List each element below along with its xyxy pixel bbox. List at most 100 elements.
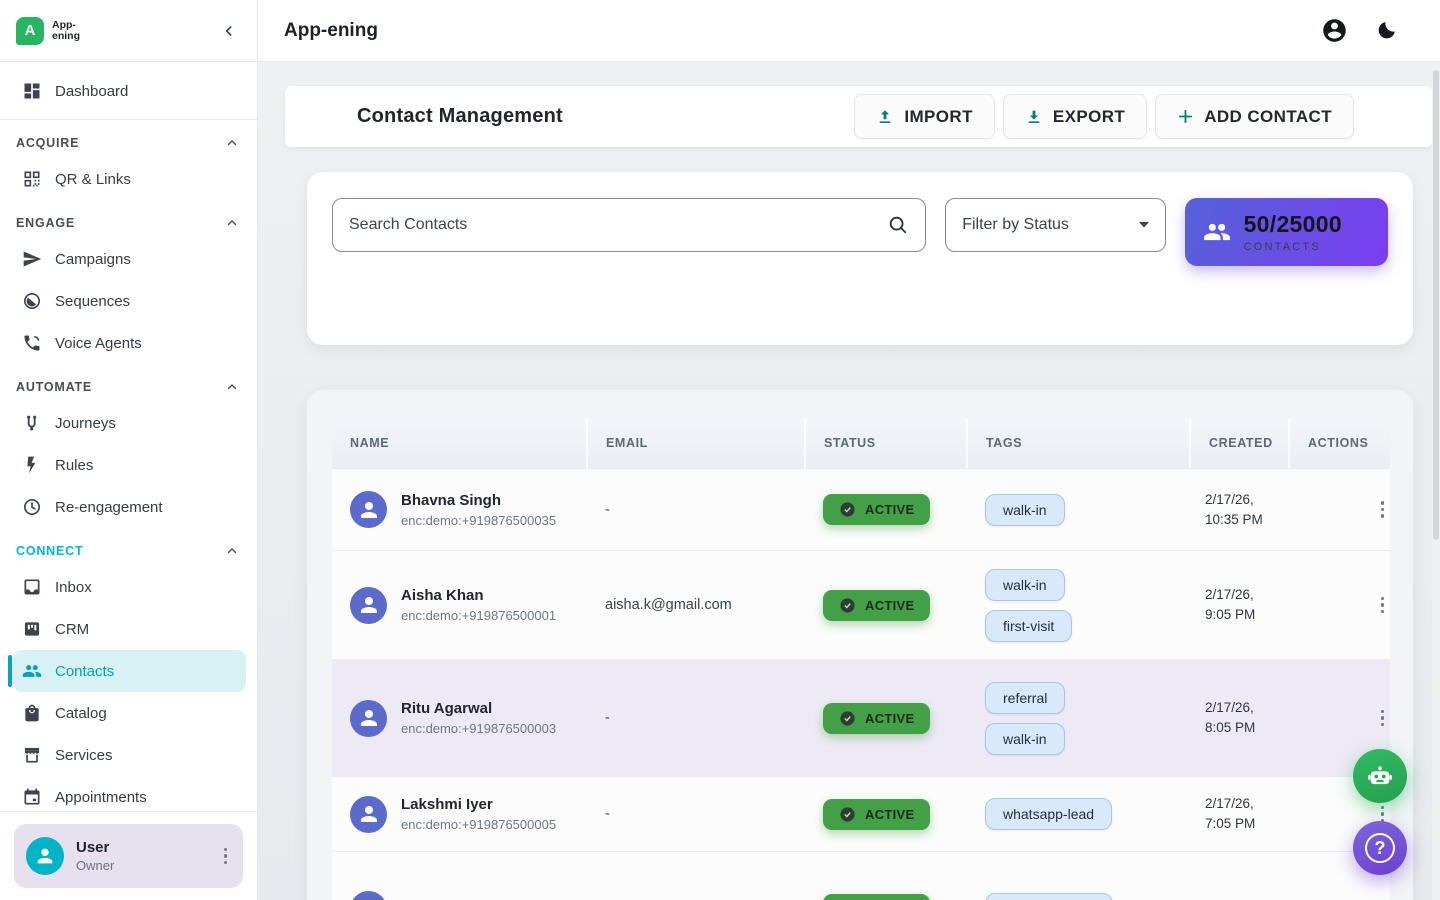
column-header-actions: ACTIONS: [1290, 418, 1390, 468]
import-button[interactable]: IMPORT: [854, 94, 995, 139]
sidebar-item-services[interactable]: Services: [0, 734, 257, 776]
section-automate[interactable]: AUTOMATE: [0, 364, 257, 402]
sidebar-item-contacts[interactable]: Contacts: [13, 650, 246, 692]
column-header-created[interactable]: CREATED: [1191, 418, 1290, 468]
dropdown-caret-icon: [1138, 221, 1150, 229]
app-logo-text: App- ening: [52, 20, 80, 42]
search-filter-card: Filter by Status 50/25000 CONTACTS: [307, 172, 1413, 345]
section-acquire[interactable]: ACQUIRE: [0, 120, 257, 158]
sidebar-item-catalog[interactable]: Catalog: [0, 692, 257, 734]
sidebar-item-sequences[interactable]: Sequences: [0, 280, 257, 322]
section-engage[interactable]: ENGAGE: [0, 200, 257, 238]
sidebar-footer: User Owner: [0, 811, 257, 900]
account-circle-icon[interactable]: [1321, 17, 1348, 44]
main-content: Contact Management IMPORT EXPORT ADD CON…: [258, 62, 1440, 900]
avatar: [350, 700, 387, 737]
contact-phone: enc:demo:+919876500005: [401, 817, 556, 832]
person-icon: [357, 802, 381, 826]
sidebar-item-reengagement[interactable]: Re-engagement: [0, 486, 257, 528]
storefront-icon: [22, 745, 42, 765]
search-input[interactable]: [349, 216, 887, 234]
person-icon: [357, 593, 381, 617]
table-header-row: NAME EMAIL STATUS TAGS CREATED ACTIONS: [332, 418, 1390, 468]
person-icon: [357, 706, 381, 730]
chatbot-fab-button[interactable]: [1353, 749, 1407, 803]
table-row: Ritu Agarwalenc:demo:+919876500003 - ACT…: [332, 659, 1390, 776]
scrollbar-track: [1432, 62, 1440, 900]
sidebar-nav: Dashboard ACQUIRE QR & Links ENGAGE Camp…: [0, 62, 257, 811]
tag-chip: walk-in: [985, 494, 1065, 526]
sidebar-item-campaigns[interactable]: Campaigns: [0, 238, 257, 280]
sidebar-collapse-button[interactable]: [217, 19, 241, 43]
tag-chip: campaign-lead: [985, 893, 1113, 900]
contact-phone: enc:demo:+919876500001: [401, 608, 556, 623]
add-contact-button[interactable]: ADD CONTACT: [1155, 94, 1354, 139]
column-header-tags[interactable]: TAGS: [968, 418, 1191, 468]
groups-icon: [1203, 218, 1231, 246]
row-actions-menu-button[interactable]: [1375, 704, 1391, 733]
chevron-up-icon: [225, 380, 239, 394]
sidebar-item-dashboard[interactable]: Dashboard: [0, 70, 257, 112]
created-at: 2/17/26: [1191, 852, 1290, 900]
check-circle-icon: [839, 710, 856, 727]
status-badge: ACTIVE: [823, 894, 930, 900]
sidebar-item-journeys[interactable]: Journeys: [0, 402, 257, 444]
check-circle-icon: [839, 501, 856, 518]
plus-icon: [1177, 108, 1194, 125]
column-header-status[interactable]: STATUS: [806, 418, 968, 468]
table-row: Lakshmi Iyerenc:demo:+919876500005 - ACT…: [332, 776, 1390, 851]
contact-name: Bhavna Singh: [401, 492, 556, 509]
status-badge: ACTIVE: [823, 799, 930, 830]
user-menu-button[interactable]: [218, 842, 234, 871]
chevron-left-icon: [221, 23, 237, 39]
export-button[interactable]: EXPORT: [1003, 94, 1147, 139]
sidebar-item-qr-links[interactable]: QR & Links: [0, 158, 257, 200]
contact-email: aisha.k@gmail.com: [588, 551, 806, 659]
person-icon: [34, 845, 56, 867]
check-circle-icon: [839, 806, 856, 823]
sidebar-item-voice-agents[interactable]: Voice Agents: [0, 322, 257, 364]
shopping-bag-icon: [22, 703, 42, 723]
dark-mode-moon-icon[interactable]: [1375, 19, 1398, 42]
user-role: Owner: [76, 858, 114, 873]
inbox-icon: [22, 577, 42, 597]
tag-chip: walk-in: [985, 569, 1065, 601]
contact-name: Lakshmi Iyer: [401, 796, 556, 813]
column-header-email[interactable]: EMAIL: [588, 418, 806, 468]
help-fab-button[interactable]: ?: [1353, 821, 1407, 875]
column-header-name[interactable]: NAME: [332, 418, 588, 468]
user-avatar: [26, 837, 64, 875]
status-filter-select[interactable]: Filter by Status: [945, 198, 1165, 252]
section-connect[interactable]: CONNECT: [0, 528, 257, 566]
contact-email: [588, 852, 806, 900]
person-icon: [357, 498, 381, 522]
sidebar-item-inbox[interactable]: Inbox: [0, 566, 257, 608]
row-actions-menu-button[interactable]: [1375, 895, 1391, 900]
sidebar-item-rules[interactable]: Rules: [0, 444, 257, 486]
user-card[interactable]: User Owner: [14, 824, 243, 888]
search-field[interactable]: [332, 198, 926, 252]
scrollbar-thumb[interactable]: [1433, 70, 1439, 540]
status-badge: ACTIVE: [823, 494, 930, 525]
row-actions-menu-button[interactable]: [1375, 495, 1391, 524]
status-badge: ACTIVE: [823, 590, 930, 621]
status-badge: ACTIVE: [823, 703, 930, 734]
sidebar-item-appointments[interactable]: Appointments: [0, 776, 257, 811]
table-row: Jyoti Rawat ACTIVE campaign-lead 2/17/26: [332, 851, 1390, 900]
contacts-table-card: NAME EMAIL STATUS TAGS CREATED ACTIONS B…: [307, 390, 1413, 900]
avatar: [350, 491, 387, 528]
page-header: Contact Management IMPORT EXPORT ADD CON…: [285, 86, 1432, 147]
avatar: [350, 891, 387, 900]
sidebar-header: A App- ening: [0, 0, 257, 62]
row-actions-menu-button[interactable]: [1375, 591, 1391, 620]
check-circle-icon: [839, 597, 856, 614]
search-icon: [887, 214, 909, 236]
contact-email: -: [588, 660, 806, 776]
tag-chip: whatsapp-lead: [985, 798, 1112, 830]
send-icon: [22, 249, 42, 269]
sidebar-item-crm[interactable]: CRM: [0, 608, 257, 650]
contact-email: -: [588, 469, 806, 550]
sidebar: A App- ening Dashboard ACQUIRE QR & Link…: [0, 0, 258, 900]
contact-phone: enc:demo:+919876500003: [401, 721, 556, 736]
user-name: User: [76, 839, 114, 856]
